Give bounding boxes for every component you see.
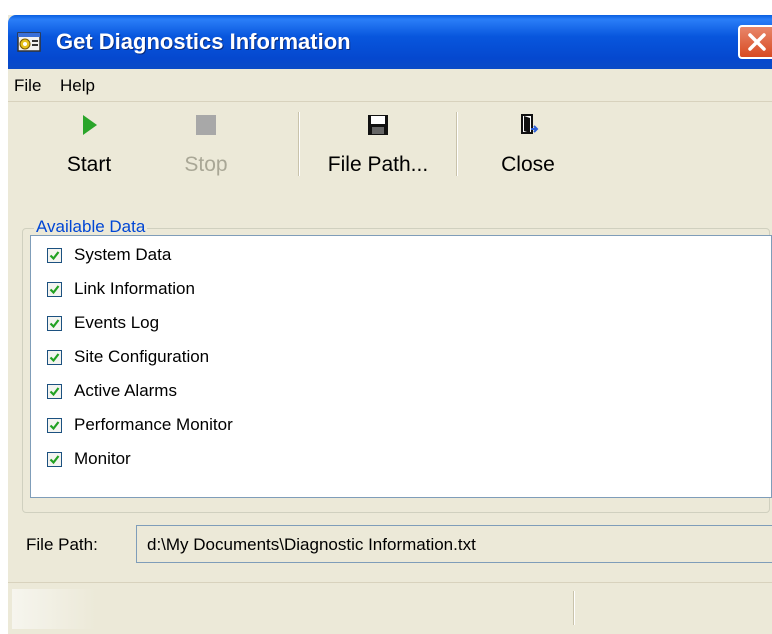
checkbox[interactable] <box>47 248 62 263</box>
close-label: Close <box>501 153 555 176</box>
toolbar-separator <box>456 112 458 176</box>
app-icon <box>16 30 44 54</box>
available-data-legend: Available Data <box>34 217 148 237</box>
floppy-disk-icon <box>367 114 389 136</box>
toolbar-separator <box>298 112 300 176</box>
app-window: Get Diagnostics Information File Help St… <box>8 15 772 634</box>
checkbox[interactable] <box>47 282 62 297</box>
start-label: Start <box>66 153 112 176</box>
close-button[interactable]: Close <box>486 112 570 192</box>
checkbox[interactable] <box>47 316 62 331</box>
checkbox[interactable] <box>47 350 62 365</box>
checkbox[interactable] <box>47 452 62 467</box>
door-exit-icon <box>517 114 539 136</box>
stop-label: Stop <box>184 153 228 176</box>
window-title: Get Diagnostics Information <box>56 29 351 54</box>
menu-bar: File Help <box>8 69 772 102</box>
list-item-label: Site Configuration <box>74 347 210 366</box>
menu-file[interactable]: File <box>14 76 41 96</box>
list-item-label: Performance Monitor <box>74 415 233 434</box>
title-bar[interactable]: Get Diagnostics Information <box>8 15 772 69</box>
list-item-label: Monitor <box>74 449 131 468</box>
toolbar: Start Stop File Path... Close <box>8 102 772 198</box>
list-item-label: System Data <box>74 245 172 264</box>
play-icon <box>78 114 100 136</box>
status-bar <box>8 582 772 634</box>
file-path-label: File Path... <box>327 153 429 176</box>
file-path-field-label: File Path: <box>26 535 98 554</box>
checkbox[interactable] <box>47 384 62 399</box>
list-item-label: Events Log <box>74 313 160 332</box>
close-icon[interactable] <box>738 25 772 59</box>
file-path-button[interactable]: File Path... <box>308 112 448 192</box>
menu-help[interactable]: Help <box>60 76 95 96</box>
list-item-label: Link Information <box>74 279 195 298</box>
file-path-field[interactable]: d:\My Documents\Diagnostic Information.t… <box>136 525 772 563</box>
available-data-list[interactable]: System Data Link Information Events Log … <box>30 235 772 498</box>
start-button[interactable]: Start <box>36 112 142 192</box>
list-item-label: Active Alarms <box>74 381 177 400</box>
file-path-value: d:\My Documents\Diagnostic Information.t… <box>147 535 476 554</box>
stop-icon <box>195 114 217 136</box>
status-separator <box>573 591 575 625</box>
status-pane <box>12 589 572 629</box>
checkbox[interactable] <box>47 418 62 433</box>
stop-button[interactable]: Stop <box>164 112 248 192</box>
